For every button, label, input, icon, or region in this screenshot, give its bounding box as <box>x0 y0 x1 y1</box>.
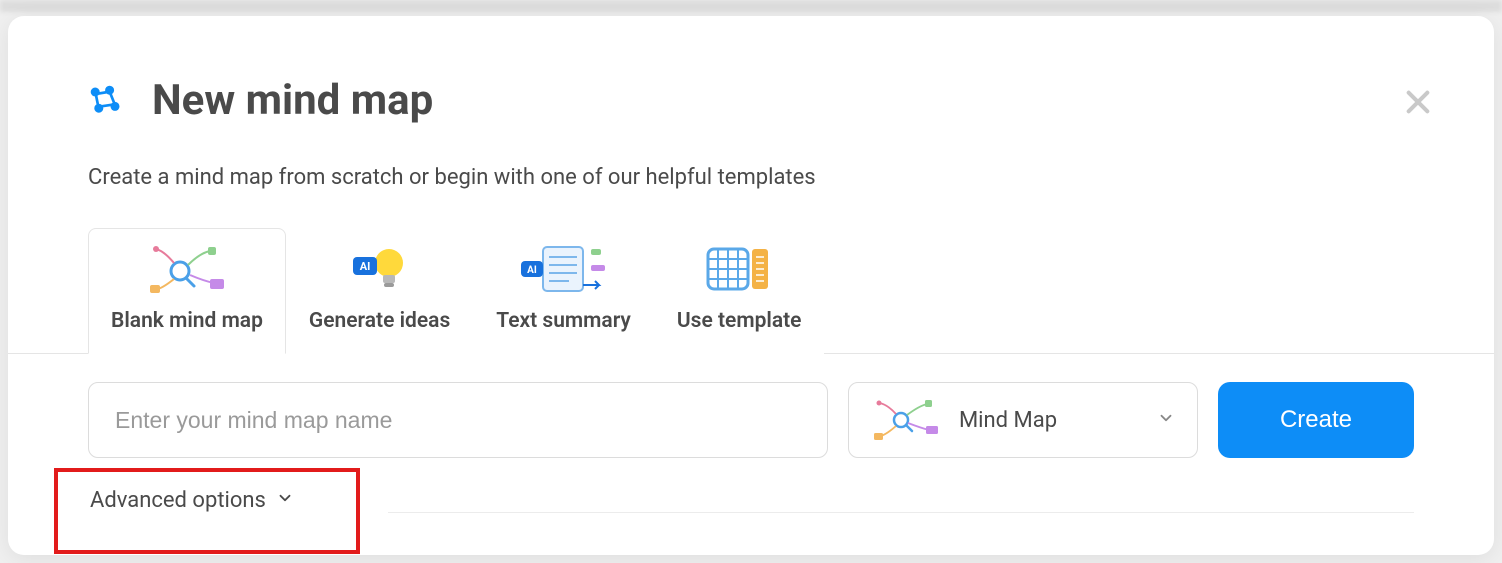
close-button[interactable] <box>1402 86 1434 118</box>
modal-title: New mind map <box>152 76 433 125</box>
creation-tabs: Blank mind map AI Generate ideas <box>8 190 1494 354</box>
chevron-down-icon <box>276 488 294 513</box>
tab-text-summary[interactable]: AI Text summary <box>473 228 654 354</box>
svg-text:AI: AI <box>359 260 370 273</box>
tab-generate-ideas[interactable]: AI Generate ideas <box>286 228 473 354</box>
blank-mind-map-icon <box>146 243 228 295</box>
divider <box>388 512 1414 513</box>
create-button[interactable]: Create <box>1218 382 1414 458</box>
tab-label: Blank mind map <box>111 309 263 333</box>
svg-text:AI: AI <box>527 265 537 276</box>
mind-map-name-input[interactable] <box>88 382 828 458</box>
map-type-select[interactable]: Mind Map <box>848 382 1198 458</box>
map-type-label: Mind Map <box>959 408 1139 433</box>
advanced-options-toggle[interactable]: Advanced options <box>88 472 298 529</box>
text-summary-icon: AI <box>517 243 611 295</box>
tab-label: Generate ideas <box>309 309 450 333</box>
modal-header: New mind map <box>8 16 1494 125</box>
tab-use-template[interactable]: Use template <box>654 228 825 354</box>
new-mind-map-modal: New mind map Create a mind map from scra… <box>8 16 1494 555</box>
use-template-icon <box>702 243 776 295</box>
mind-map-type-icon <box>871 398 941 442</box>
form-row: Mind Map Create <box>8 354 1494 458</box>
modal-subtitle: Create a mind map from scratch or begin … <box>8 125 1494 190</box>
close-icon <box>1402 86 1434 118</box>
tab-blank-mind-map[interactable]: Blank mind map <box>88 228 286 354</box>
chevron-down-icon <box>1157 409 1175 431</box>
generate-ideas-icon: AI <box>347 243 413 295</box>
mind-map-logo-icon <box>88 83 124 119</box>
advanced-options-label: Advanced options <box>90 488 266 513</box>
tab-label: Use template <box>677 309 802 333</box>
tab-label: Text summary <box>496 309 631 333</box>
